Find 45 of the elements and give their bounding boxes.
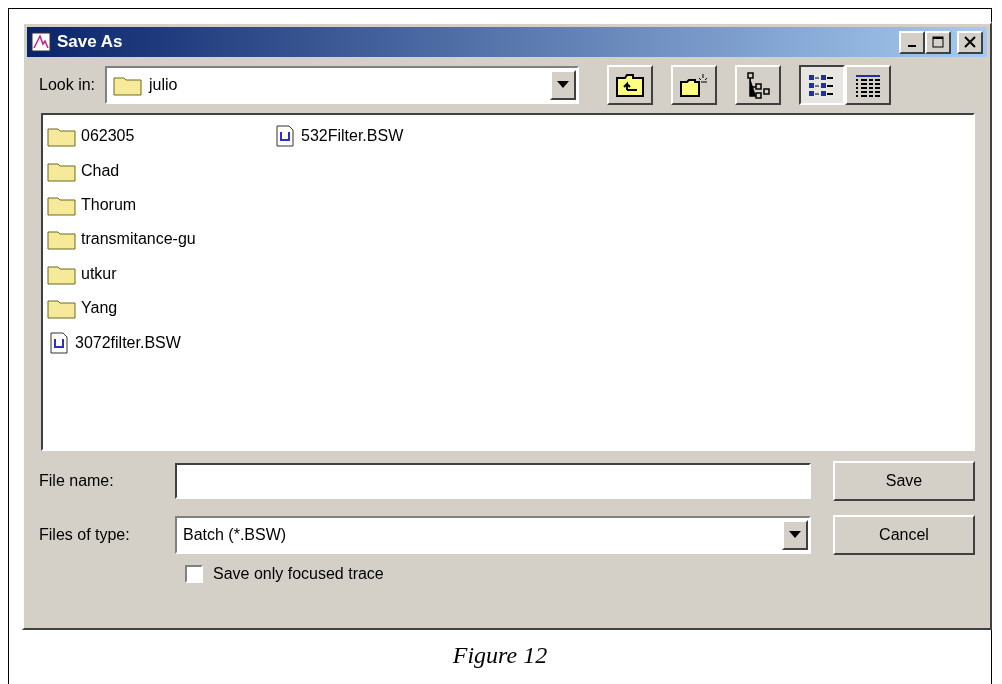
dropdown-button[interactable] bbox=[550, 70, 577, 100]
folder-icon bbox=[47, 228, 77, 251]
cancel-button[interactable]: Cancel bbox=[833, 515, 975, 555]
folder-icon bbox=[113, 74, 144, 96]
folder-item[interactable]: 062305 bbox=[47, 119, 273, 154]
file-name-field[interactable] bbox=[175, 463, 811, 499]
tree-icon bbox=[745, 71, 772, 99]
file-item[interactable]: 3072filter.BSW bbox=[47, 325, 273, 360]
look-in-label: Look in: bbox=[39, 76, 96, 94]
checkbox[interactable] bbox=[185, 565, 203, 583]
folder-item[interactable]: transmitance-gu bbox=[47, 222, 273, 257]
folder-item[interactable]: utkur bbox=[47, 256, 273, 291]
app-icon bbox=[31, 32, 51, 52]
minimize-icon bbox=[908, 45, 916, 47]
details-view-button[interactable] bbox=[845, 65, 892, 105]
close-button[interactable] bbox=[957, 30, 983, 54]
folder-item[interactable]: Chad bbox=[47, 153, 273, 188]
caret-icon bbox=[557, 81, 570, 89]
window-title: Save As bbox=[57, 32, 124, 52]
maximize-icon bbox=[932, 36, 944, 48]
folder-icon bbox=[47, 125, 77, 148]
new-folder-button[interactable] bbox=[671, 65, 718, 105]
tree-view-button[interactable] bbox=[735, 65, 782, 105]
folder-icon bbox=[47, 297, 77, 320]
up-folder-icon bbox=[615, 72, 646, 98]
file-item[interactable]: 532Filter.BSW bbox=[273, 119, 499, 154]
document-icon bbox=[47, 330, 71, 355]
maximize-button[interactable] bbox=[925, 30, 951, 54]
checkbox-label: Save only focused trace bbox=[213, 565, 384, 583]
look-in-dropdown[interactable]: julio bbox=[105, 66, 580, 104]
dropdown-button[interactable] bbox=[782, 520, 808, 550]
caret-icon bbox=[789, 531, 801, 539]
figure-caption: Figure 12 bbox=[452, 642, 548, 669]
folder-item[interactable]: Yang bbox=[47, 290, 273, 326]
close-icon bbox=[964, 36, 976, 48]
file-name-label: File name: bbox=[39, 472, 114, 489]
folder-item[interactable]: Thorum bbox=[47, 187, 273, 223]
file-type-label: Files of type: bbox=[39, 526, 130, 543]
list-view-button[interactable] bbox=[799, 65, 846, 105]
new-folder-icon bbox=[679, 72, 710, 98]
minimize-button[interactable] bbox=[899, 30, 925, 54]
document-icon bbox=[273, 124, 297, 149]
file-type-dropdown[interactable]: Batch (*.BSW) bbox=[175, 516, 811, 554]
save-button[interactable]: Save bbox=[833, 461, 975, 501]
up-folder-button[interactable] bbox=[607, 65, 654, 105]
